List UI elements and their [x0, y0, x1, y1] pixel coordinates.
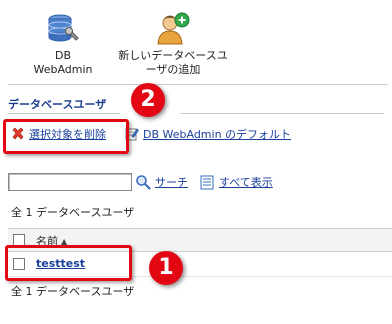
- summary-bottom: 全 1 データベースユーザ: [11, 285, 135, 298]
- show-all-action[interactable]: すべて表示: [200, 174, 273, 190]
- db-webadmin-default-action[interactable]: DB WebAdmin のデフォルト: [125, 126, 291, 142]
- add-user-icon: [157, 12, 190, 45]
- show-all-link[interactable]: すべて表示: [219, 174, 273, 190]
- add-db-user-label-line2: ーザの追加: [145, 63, 201, 76]
- search-link[interactable]: サーチ: [155, 174, 188, 190]
- db-webadmin-tool[interactable]: DB WebAdmin: [26, 12, 100, 77]
- db-webadmin-default-link[interactable]: DB WebAdmin のデフォルト: [143, 126, 291, 142]
- summary-top: 全 1 データベースユーザ: [11, 206, 135, 219]
- toolbar-divider: [8, 84, 388, 85]
- add-db-user-label-line1: 新しいデータベースユ: [118, 49, 228, 62]
- callout-box-user: [5, 245, 132, 281]
- section-divider: [8, 113, 120, 114]
- list-icon: [200, 175, 214, 189]
- search-icon: [136, 175, 151, 190]
- section-divider-right: [180, 113, 384, 114]
- database-settings-icon: [48, 14, 79, 42]
- search-input[interactable]: [8, 173, 132, 191]
- callout-badge-2: 2: [131, 83, 165, 117]
- db-webadmin-label: DB WebAdmin: [33, 49, 93, 76]
- callout-box-delete: [3, 119, 129, 154]
- section-title: データベースユーザ: [8, 98, 107, 111]
- callout-badge-1: 1: [149, 251, 183, 285]
- search-action[interactable]: サーチ: [135, 174, 188, 190]
- add-db-user-tool[interactable]: 新しいデータベースユ ーザの追加: [118, 12, 228, 77]
